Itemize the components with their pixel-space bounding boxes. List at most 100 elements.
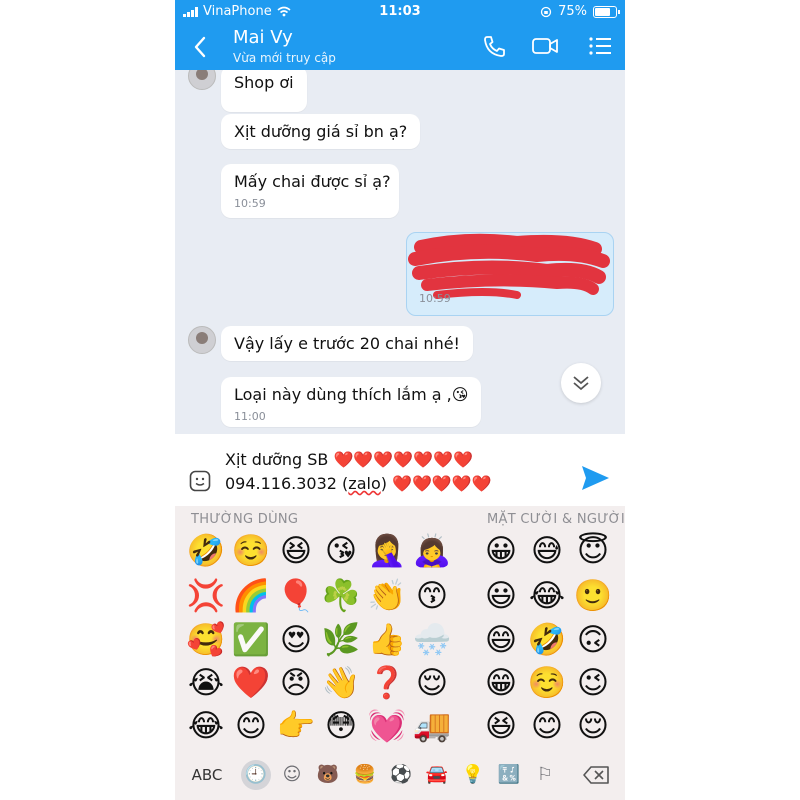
message-bubble[interactable]: Shop ơi [221, 70, 307, 112]
sports-icon[interactable]: ⚽ [386, 760, 416, 790]
emoji-key[interactable]: 😊 [231, 706, 271, 746]
emoji-key[interactable]: 💢 [186, 576, 226, 616]
emoji-key[interactable]: 😆 [481, 706, 521, 746]
message-bubble[interactable]: Mấy chai được sỉ ạ? 10:59 [221, 164, 399, 218]
emoji-key[interactable]: 😁 [481, 663, 521, 703]
smiley-icon[interactable]: ☺ [277, 760, 307, 790]
emoji-key[interactable]: 😌 [412, 663, 452, 703]
animal-icon[interactable]: 🐻 [313, 760, 343, 790]
send-button[interactable] [580, 464, 610, 492]
phone-number-text: 094.116.3032 ( [225, 474, 349, 493]
emoji-key[interactable]: 🙇‍♀️ [412, 531, 452, 571]
emoji-key[interactable]: 😍 [276, 620, 316, 660]
emoji-key[interactable]: ☺️ [527, 663, 567, 703]
symbols-icon[interactable]: 🔣 [494, 760, 524, 790]
message-text: Mấy chai được sỉ ạ? [234, 172, 391, 191]
abc-button[interactable]: ABC [187, 760, 227, 790]
message-timestamp: 11:00 [234, 410, 266, 423]
emoji-key[interactable]: ❓ [367, 663, 407, 703]
travel-icon[interactable]: 🚘 [422, 760, 452, 790]
status-bar: VinaPhone 11:03 75% [175, 0, 625, 24]
emoji-key[interactable]: 😉 [573, 663, 613, 703]
menu-icon[interactable] [587, 34, 615, 58]
flags-icon[interactable]: ⚐ [530, 760, 560, 790]
emoji-key[interactable]: 😘 [321, 531, 361, 571]
emoji-key[interactable]: ❤️ [231, 663, 271, 703]
food-icon[interactable]: 🍔 [350, 760, 380, 790]
top-bar: VinaPhone 11:03 75% Mai Vy Vừa mới truy … [175, 0, 625, 70]
scroll-to-bottom-button[interactable] [561, 363, 601, 403]
message-composer: Xịt dưỡng SB ❤️❤️❤️❤️❤️❤️❤️ 094.116.3032… [175, 434, 625, 506]
emoji-key[interactable]: 😳 [321, 706, 361, 746]
sticker-icon[interactable] [189, 470, 211, 492]
emoji-key[interactable]: 🌿 [321, 620, 361, 660]
message-timestamp: 10:59 [234, 197, 266, 210]
emoji-key[interactable]: 🌨️ [412, 620, 452, 660]
video-call-icon[interactable] [531, 34, 559, 58]
emoji-key[interactable]: 🎈 [276, 576, 316, 616]
emoji-key[interactable]: 💓 [367, 706, 407, 746]
emoji-key[interactable]: 😆 [276, 531, 316, 571]
message-input-line2: 094.116.3032 (zalo) ❤️❤️❤️❤️❤️ [225, 472, 565, 496]
emoji-key[interactable]: 😌 [573, 706, 613, 746]
emoji-key[interactable]: 😄 [481, 620, 521, 660]
status-right: 75% [540, 4, 620, 19]
emoji-key[interactable]: 🥰 [186, 620, 226, 660]
contact-name[interactable]: Mai Vy [233, 27, 293, 48]
chevron-double-down-icon [573, 376, 589, 391]
battery-percent: 75% [558, 4, 587, 19]
back-button[interactable] [189, 33, 213, 61]
avatar[interactable] [188, 326, 216, 354]
message-text: Vậy lấy e trước 20 chai nhé! [234, 334, 460, 353]
emoji-key[interactable]: ☺️ [231, 531, 271, 571]
emoji-key[interactable]: 😊 [527, 706, 567, 746]
emoji-key[interactable]: 🤣 [186, 531, 226, 571]
emoji-key[interactable]: 👏 [367, 576, 407, 616]
message-input[interactable]: Xịt dưỡng SB ❤️❤️❤️❤️❤️❤️❤️ 094.116.3032… [225, 448, 565, 496]
message-input-line1: Xịt dưỡng SB ❤️❤️❤️❤️❤️❤️❤️ [225, 450, 473, 469]
sent-message-bubble[interactable]: 10:59 [406, 232, 614, 316]
chat-header: Mai Vy Vừa mới truy cập [175, 24, 625, 70]
emoji-key[interactable]: 😂 [186, 706, 226, 746]
contact-status: Vừa mới truy cập [233, 51, 336, 65]
message-bubble[interactable]: Loại này dùng thích lắm ạ ,😘 11:00 [221, 377, 482, 427]
emoji-key[interactable]: 🙂 [573, 576, 613, 616]
avatar[interactable] [188, 70, 216, 90]
emoji-key[interactable]: 🚚 [412, 706, 452, 746]
message-text: Loại này dùng thích lắm ạ ,😘 [234, 385, 469, 404]
misspelled-word[interactable]: zalo [348, 474, 380, 493]
emoji-key[interactable]: 😇 [573, 531, 613, 571]
emoji-key[interactable]: 👍 [367, 620, 407, 660]
phone-call-icon[interactable] [480, 34, 508, 58]
orientation-lock-icon [540, 6, 552, 17]
message-bubble[interactable]: Xịt dưỡng giá sỉ bn ạ? [221, 114, 421, 149]
message-list[interactable]: Shop ơi Xịt dưỡng giá sỉ bn ạ? Mấy chai … [175, 70, 625, 434]
message-text: Shop ơi [234, 73, 294, 92]
message-text: Xịt dưỡng giá sỉ bn ạ? [234, 122, 408, 141]
battery-icon [593, 5, 620, 18]
emoji-key[interactable]: 🤦‍♀️ [367, 531, 407, 571]
phone-screen: VinaPhone 11:03 75% Mai Vy Vừa mới truy … [175, 0, 625, 800]
emoji-keyboard: THƯỜNG DÙNG MẶT CƯỜI & NGƯỜI 🤣 ☺️ 😆 😘 🤦‍♀️ 🙇‍… [175, 506, 625, 800]
emoji-key[interactable]: ✅ [231, 620, 271, 660]
emoji-key[interactable]: 😙 [412, 576, 452, 616]
emoji-key[interactable]: 👋 [321, 663, 361, 703]
recent-icon[interactable]: 🕘 [241, 760, 271, 790]
objects-icon[interactable]: 💡 [458, 760, 488, 790]
emoji-key[interactable]: 😀 [481, 531, 521, 571]
emoji-key[interactable]: 😃 [481, 576, 521, 616]
emoji-key[interactable]: 🙃 [573, 620, 613, 660]
emoji-key[interactable]: 👉 [276, 706, 316, 746]
delete-icon[interactable] [582, 765, 610, 785]
emoji-key[interactable]: 🤣 [527, 620, 567, 660]
keyboard-category-bar: ABC 🕘 ☺ 🐻 🍔 ⚽ 🚘 💡 🔣 ⚐ [175, 750, 625, 800]
emoji-key[interactable]: 🌈 [231, 576, 271, 616]
message-bubble[interactable]: Vậy lấy e trước 20 chai nhé! [221, 326, 473, 361]
emoji-key[interactable]: 😅 [527, 531, 567, 571]
emoji-key[interactable]: ☘️ [321, 576, 361, 616]
emoji-key[interactable]: 😠 [276, 663, 316, 703]
section-smileys-label: MẶT CƯỜI & NGƯỜI [487, 512, 625, 527]
emoji-key[interactable]: 😂 [527, 576, 567, 616]
message-timestamp: 10:59 [419, 292, 451, 305]
emoji-key[interactable]: 😭 [186, 663, 226, 703]
